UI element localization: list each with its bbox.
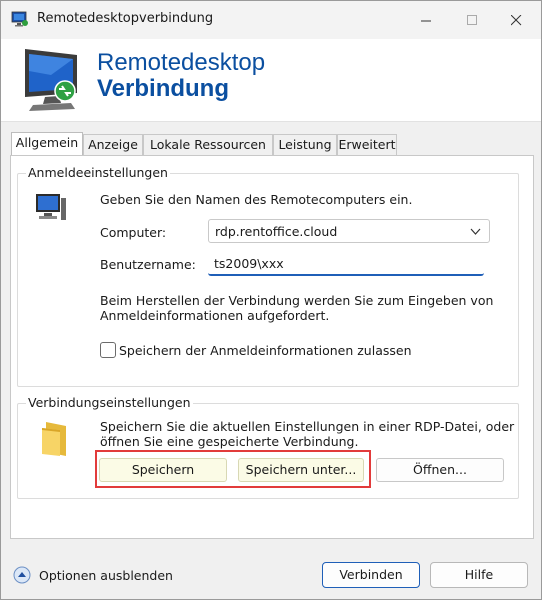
computer-label: Computer: [100, 225, 167, 240]
username-input[interactable]: ts2009\xxx [208, 252, 484, 276]
save-credentials-label[interactable]: Speichern der Anmeldeinformationen zulas… [119, 343, 412, 358]
chevron-up-circle-icon[interactable] [13, 566, 31, 584]
open-button[interactable]: Öffnen... [376, 458, 504, 482]
close-button[interactable] [493, 1, 539, 39]
username-value: ts2009\xxx [214, 256, 284, 271]
folder-icon [42, 422, 66, 456]
connection-text-line1: Speichern Sie die aktuellen Einstellunge… [100, 419, 515, 434]
title-bar: Remotedesktopverbindung [1, 1, 541, 39]
tab-erweitert[interactable]: Erweitert [337, 134, 397, 156]
save-credentials-checkbox[interactable] [100, 342, 116, 358]
remote-desktop-icon [11, 11, 28, 27]
computer-value: rdp.rentoffice.cloud [215, 224, 338, 239]
window-title: Remotedesktopverbindung [37, 11, 214, 26]
maximize-button[interactable] [449, 1, 495, 39]
close-icon [510, 14, 521, 25]
connection-group-label: Verbindungseinstellungen [26, 395, 193, 410]
logon-group-label: Anmeldeeinstellungen [26, 165, 170, 180]
logon-info-line1: Beim Herstellen der Verbindung werden Si… [100, 293, 494, 308]
remote-desktop-monitor-icon [25, 49, 77, 111]
connect-button[interactable]: Verbinden [322, 562, 420, 588]
rdp-window: Remotedesktopverbindung Remotedesktop Ve… [0, 0, 542, 600]
computer-combobox[interactable]: rdp.rentoffice.cloud [208, 219, 490, 243]
header-banner: Remotedesktop Verbindung [1, 39, 541, 122]
banner-title-line2: Verbindung [97, 75, 229, 102]
tab-allgemein[interactable]: Allgemein [11, 132, 83, 157]
minimize-button[interactable] [403, 1, 449, 39]
minimize-icon [420, 20, 431, 21]
logon-info-line2: Anmeldeinformationen aufgefordert. [100, 308, 330, 323]
connection-text-line2: öffnen Sie eine gespeicherte Verbindung. [100, 434, 359, 449]
tab-lokale-ressourcen[interactable]: Lokale Ressourcen [143, 134, 273, 156]
help-button[interactable]: Hilfe [430, 562, 528, 588]
username-label: Benutzername: [100, 257, 196, 272]
logon-intro-text: Geben Sie den Namen des Remotecomputers … [100, 192, 413, 207]
maximize-icon [466, 14, 477, 25]
annotation-highlight [95, 450, 371, 488]
banner-title-line1: Remotedesktop [97, 49, 266, 76]
options-toggle-label[interactable]: Optionen ausblenden [39, 568, 173, 583]
tab-anzeige[interactable]: Anzeige [83, 134, 143, 156]
tab-leistung[interactable]: Leistung [273, 134, 337, 156]
computer-icon [36, 194, 66, 220]
chevron-down-icon[interactable] [470, 228, 481, 236]
logon-settings-group: Anmeldeeinstellungen Geben Sie den Namen… [17, 165, 519, 387]
